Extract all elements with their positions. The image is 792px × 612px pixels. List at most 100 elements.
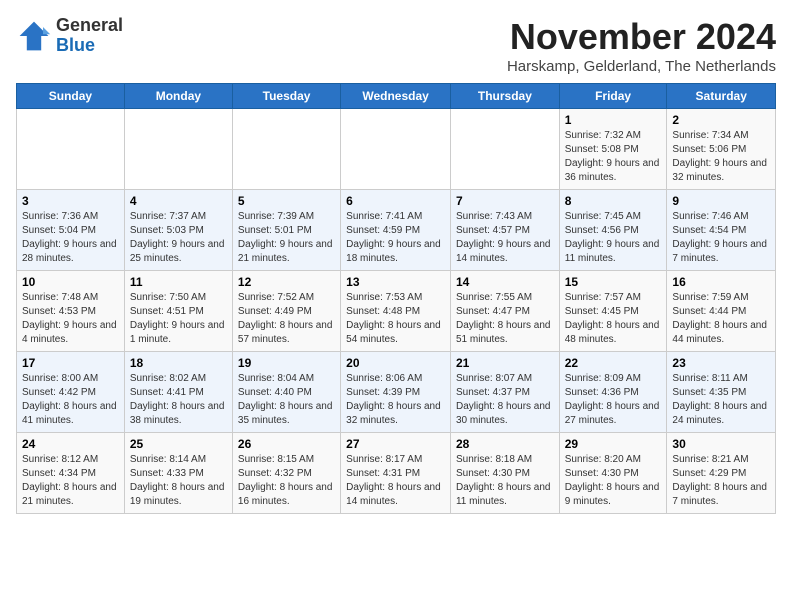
day-number: 14 xyxy=(456,275,554,289)
day-cell: 19 Sunrise: 8:04 AMSunset: 4:40 PMDayligh… xyxy=(232,352,340,433)
week-row-3: 10Sunrise: 7:48 AMSunset: 4:53 PMDayligh… xyxy=(17,271,776,352)
day-number: 21 xyxy=(456,356,554,370)
day-info: Sunrise: 7:50 AMSunset: 4:51 PMDaylight:… xyxy=(130,291,227,347)
day-cell: 28 Sunrise: 8:18 AMSunset: 4:30 PMDayligh… xyxy=(450,433,559,514)
day-number: 12 xyxy=(238,275,335,289)
day-info: Sunrise: 7:53 AMSunset: 4:48 PMDaylight:… xyxy=(346,291,445,347)
day-cell: 9 Sunrise: 7:46 AMSunset: 4:54 PMDaylight… xyxy=(667,190,776,271)
day-cell: 4Sunrise: 7:37 AMSunset: 5:03 PMDaylight… xyxy=(124,190,232,271)
week-row-4: 17 Sunrise: 8:00 AMSunset: 4:42 PMDayligh… xyxy=(17,352,776,433)
day-number: 28 xyxy=(456,437,554,451)
day-number: 19 xyxy=(238,356,335,370)
day-info: Sunrise: 7:41 AMSunset: 4:59 PMDaylight:… xyxy=(346,210,445,266)
day-number: 23 xyxy=(672,356,770,370)
day-cell: 1 Sunrise: 7:32 AMSunset: 5:08 PMDaylight… xyxy=(559,109,667,190)
day-cell: 12 Sunrise: 7:52 AMSunset: 4:49 PMDayligh… xyxy=(232,271,340,352)
day-cell: 21 Sunrise: 8:07 AMSunset: 4:37 PMDayligh… xyxy=(450,352,559,433)
week-row-1: 1 Sunrise: 7:32 AMSunset: 5:08 PMDaylight… xyxy=(17,109,776,190)
day-cell: 20 Sunrise: 8:06 AMSunset: 4:39 PMDayligh… xyxy=(341,352,451,433)
day-cell xyxy=(17,109,125,190)
day-info: Sunrise: 7:59 AMSunset: 4:44 PMDaylight:… xyxy=(672,291,770,347)
day-number: 10 xyxy=(22,275,119,289)
day-info: Sunrise: 8:14 AMSunset: 4:33 PMDaylight:… xyxy=(130,453,227,509)
day-cell: 2 Sunrise: 7:34 AMSunset: 5:06 PMDaylight… xyxy=(667,109,776,190)
day-info: Sunrise: 7:39 AMSunset: 5:01 PMDaylight:… xyxy=(238,210,335,266)
location-title: Harskamp, Gelderland, The Netherlands xyxy=(507,58,776,75)
day-cell: 17 Sunrise: 8:00 AMSunset: 4:42 PMDayligh… xyxy=(17,352,125,433)
day-number: 22 xyxy=(565,356,662,370)
day-number: 16 xyxy=(672,275,770,289)
day-info: Sunrise: 8:04 AMSunset: 4:40 PMDaylight:… xyxy=(238,372,335,428)
day-cell: 29Sunrise: 8:20 AMSunset: 4:30 PMDayligh… xyxy=(559,433,667,514)
day-number: 15 xyxy=(565,275,662,289)
day-cell: 7 Sunrise: 7:43 AMSunset: 4:57 PMDaylight… xyxy=(450,190,559,271)
day-number: 30 xyxy=(672,437,770,451)
day-cell xyxy=(450,109,559,190)
day-info: Sunrise: 7:36 AMSunset: 5:04 PMDaylight:… xyxy=(22,210,119,266)
header-cell-monday: Monday xyxy=(124,84,232,109)
day-info: Sunrise: 8:15 AMSunset: 4:32 PMDaylight:… xyxy=(238,453,335,509)
day-cell: 6 Sunrise: 7:41 AMSunset: 4:59 PMDaylight… xyxy=(341,190,451,271)
day-cell: 23Sunrise: 8:11 AMSunset: 4:35 PMDayligh… xyxy=(667,352,776,433)
day-cell: 3Sunrise: 7:36 AMSunset: 5:04 PMDaylight… xyxy=(17,190,125,271)
day-cell: 27Sunrise: 8:17 AMSunset: 4:31 PMDayligh… xyxy=(341,433,451,514)
day-number: 1 xyxy=(565,113,662,127)
day-info: Sunrise: 7:32 AMSunset: 5:08 PMDaylight:… xyxy=(565,129,662,185)
day-number: 26 xyxy=(238,437,335,451)
day-cell: 13Sunrise: 7:53 AMSunset: 4:48 PMDayligh… xyxy=(341,271,451,352)
week-row-2: 3Sunrise: 7:36 AMSunset: 5:04 PMDaylight… xyxy=(17,190,776,271)
day-cell: 24 Sunrise: 8:12 AMSunset: 4:34 PMDayligh… xyxy=(17,433,125,514)
day-number: 8 xyxy=(565,194,662,208)
day-number: 24 xyxy=(22,437,119,451)
day-number: 9 xyxy=(672,194,770,208)
day-number: 17 xyxy=(22,356,119,370)
day-info: Sunrise: 7:55 AMSunset: 4:47 PMDaylight:… xyxy=(456,291,554,347)
day-number: 18 xyxy=(130,356,227,370)
day-info: Sunrise: 8:00 AMSunset: 4:42 PMDaylight:… xyxy=(22,372,119,428)
day-cell: 8 Sunrise: 7:45 AMSunset: 4:56 PMDaylight… xyxy=(559,190,667,271)
day-number: 4 xyxy=(130,194,227,208)
header: General Blue November 2024 Harskamp, Gel… xyxy=(16,16,776,75)
day-cell: 26 Sunrise: 8:15 AMSunset: 4:32 PMDayligh… xyxy=(232,433,340,514)
day-info: Sunrise: 7:43 AMSunset: 4:57 PMDaylight:… xyxy=(456,210,554,266)
header-cell-tuesday: Tuesday xyxy=(232,84,340,109)
day-cell xyxy=(124,109,232,190)
day-number: 7 xyxy=(456,194,554,208)
day-info: Sunrise: 8:18 AMSunset: 4:30 PMDaylight:… xyxy=(456,453,554,509)
day-cell: 22Sunrise: 8:09 AMSunset: 4:36 PMDayligh… xyxy=(559,352,667,433)
day-number: 11 xyxy=(130,275,227,289)
day-cell: 18 Sunrise: 8:02 AMSunset: 4:41 PMDayligh… xyxy=(124,352,232,433)
week-row-5: 24 Sunrise: 8:12 AMSunset: 4:34 PMDayligh… xyxy=(17,433,776,514)
day-cell: 25 Sunrise: 8:14 AMSunset: 4:33 PMDayligh… xyxy=(124,433,232,514)
day-number: 27 xyxy=(346,437,445,451)
logo-icon xyxy=(16,18,52,54)
header-cell-friday: Friday xyxy=(559,84,667,109)
day-cell xyxy=(232,109,340,190)
day-number: 5 xyxy=(238,194,335,208)
day-cell: 5 Sunrise: 7:39 AMSunset: 5:01 PMDaylight… xyxy=(232,190,340,271)
day-info: Sunrise: 8:02 AMSunset: 4:41 PMDaylight:… xyxy=(130,372,227,428)
day-info: Sunrise: 8:12 AMSunset: 4:34 PMDaylight:… xyxy=(22,453,119,509)
day-cell: 30 Sunrise: 8:21 AMSunset: 4:29 PMDayligh… xyxy=(667,433,776,514)
day-number: 20 xyxy=(346,356,445,370)
calendar-body: 1 Sunrise: 7:32 AMSunset: 5:08 PMDaylight… xyxy=(17,109,776,514)
day-number: 25 xyxy=(130,437,227,451)
day-info: Sunrise: 8:21 AMSunset: 4:29 PMDaylight:… xyxy=(672,453,770,509)
header-row: SundayMondayTuesdayWednesdayThursdayFrid… xyxy=(17,84,776,109)
day-info: Sunrise: 8:07 AMSunset: 4:37 PMDaylight:… xyxy=(456,372,554,428)
day-info: Sunrise: 7:45 AMSunset: 4:56 PMDaylight:… xyxy=(565,210,662,266)
logo: General Blue xyxy=(16,16,123,56)
calendar-table: SundayMondayTuesdayWednesdayThursdayFrid… xyxy=(16,83,776,514)
day-number: 29 xyxy=(565,437,662,451)
day-info: Sunrise: 7:46 AMSunset: 4:54 PMDaylight:… xyxy=(672,210,770,266)
calendar-header: SundayMondayTuesdayWednesdayThursdayFrid… xyxy=(17,84,776,109)
day-number: 6 xyxy=(346,194,445,208)
header-cell-wednesday: Wednesday xyxy=(341,84,451,109)
day-cell: 16 Sunrise: 7:59 AMSunset: 4:44 PMDayligh… xyxy=(667,271,776,352)
day-number: 2 xyxy=(672,113,770,127)
day-cell: 15Sunrise: 7:57 AMSunset: 4:45 PMDayligh… xyxy=(559,271,667,352)
day-info: Sunrise: 7:34 AMSunset: 5:06 PMDaylight:… xyxy=(672,129,770,185)
day-info: Sunrise: 7:52 AMSunset: 4:49 PMDaylight:… xyxy=(238,291,335,347)
header-cell-sunday: Sunday xyxy=(17,84,125,109)
day-info: Sunrise: 8:06 AMSunset: 4:39 PMDaylight:… xyxy=(346,372,445,428)
